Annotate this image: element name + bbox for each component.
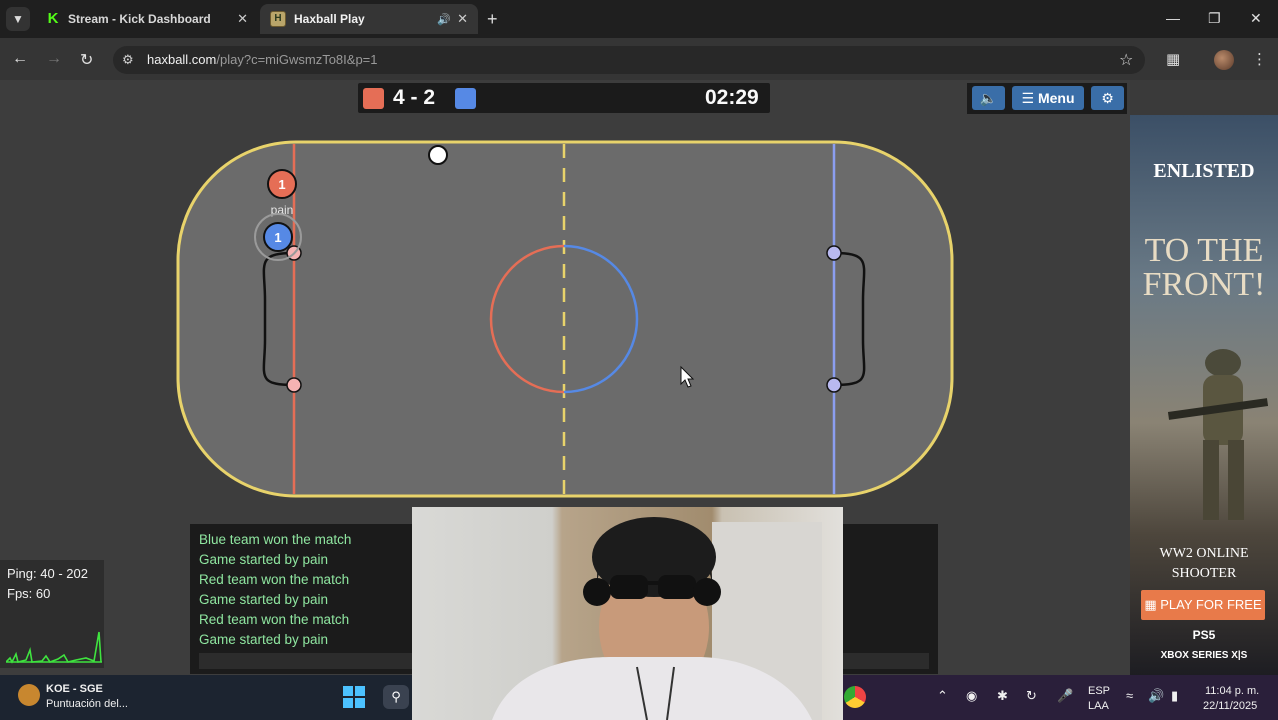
red-goalpost bbox=[286, 377, 302, 393]
cta-label: PLAY FOR FREE bbox=[1160, 597, 1262, 612]
microphone-icon[interactable]: 🎤 bbox=[1057, 688, 1073, 704]
soldier-illustration bbox=[1167, 349, 1268, 520]
windows-icon: ▦ bbox=[1144, 597, 1157, 612]
ad-brand: ENLISTED bbox=[1153, 160, 1255, 182]
xbox-logo: XBOX SERIES X|S bbox=[1160, 650, 1248, 661]
restore-icon[interactable]: ❐ bbox=[1208, 10, 1221, 27]
chat-message: Red team won the match bbox=[199, 572, 350, 587]
blue-goalpost bbox=[826, 377, 842, 393]
app-thumbnail-icon[interactable] bbox=[18, 684, 40, 706]
blue-player-number: 1 bbox=[274, 230, 281, 245]
ad-subtitle-1: WW2 ONLINE bbox=[1159, 546, 1249, 561]
blue-goalpost bbox=[826, 245, 842, 261]
ball bbox=[428, 145, 448, 165]
chat-message: Game started by pain bbox=[199, 592, 329, 607]
wifi-icon[interactable]: ≈ bbox=[1126, 688, 1133, 703]
search-icon[interactable]: ⚲ bbox=[383, 685, 409, 709]
ad-subtitle-2: SHOOTER bbox=[1171, 566, 1237, 581]
taskbar-app-title[interactable]: KOE - SGE bbox=[46, 683, 103, 695]
bluetooth-icon[interactable]: ✱ bbox=[997, 688, 1008, 704]
sync-icon[interactable]: ↻ bbox=[1026, 688, 1037, 704]
chat-message: Blue team won the match bbox=[199, 532, 352, 547]
play-for-free-button[interactable]: ▦ PLAY FOR FREE bbox=[1141, 590, 1265, 620]
chrome-taskbar-icon[interactable] bbox=[844, 686, 866, 708]
ping-graph bbox=[6, 631, 102, 664]
volume-icon[interactable]: 🔊 bbox=[1148, 688, 1164, 704]
window-close-icon[interactable]: ✕ bbox=[1250, 10, 1262, 27]
chat-message: Game started by pain bbox=[199, 552, 329, 567]
clock-time[interactable]: 11:04 p. m. bbox=[1205, 685, 1259, 697]
more-menu-icon[interactable]: ⋮ bbox=[1252, 50, 1267, 68]
profile-avatar[interactable] bbox=[1214, 50, 1234, 70]
ad-headline: TO THE FRONT! bbox=[1142, 232, 1266, 303]
taskbar-app-subtitle[interactable]: Puntuación del... bbox=[46, 698, 128, 710]
copilot-icon[interactable]: ◉ bbox=[966, 688, 977, 704]
chat-message: Red team won the match bbox=[199, 612, 350, 627]
windows-start-icon[interactable] bbox=[343, 686, 365, 708]
extensions-icon[interactable]: ▦ bbox=[1166, 50, 1180, 68]
chat-message: Game started by pain bbox=[199, 632, 329, 647]
game-field: 1 pain 1 bbox=[176, 140, 954, 498]
streamer-video bbox=[492, 517, 822, 720]
keyboard-layout[interactable]: LAA bbox=[1088, 700, 1109, 712]
ps5-logo: PS5 bbox=[1192, 628, 1216, 642]
ping-readout: Ping: 40 - 202 bbox=[7, 566, 88, 581]
clock-date[interactable]: 22/11/2025 bbox=[1203, 700, 1257, 712]
language-code[interactable]: ESP bbox=[1088, 685, 1110, 697]
red-player-number: 1 bbox=[278, 177, 285, 192]
fps-readout: Fps: 60 bbox=[7, 586, 51, 601]
battery-icon[interactable]: ▮ bbox=[1171, 688, 1178, 704]
minimize-icon[interactable]: — bbox=[1166, 10, 1180, 26]
chevron-up-icon[interactable]: ⌃ bbox=[937, 688, 948, 704]
webcam-overlay bbox=[412, 507, 843, 720]
